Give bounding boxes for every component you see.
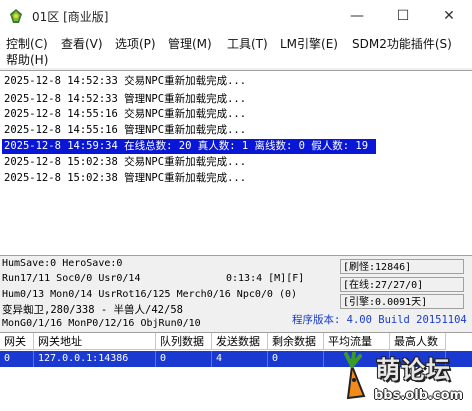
log-line[interactable]: 2025-12-8 14:55:16 交易NPC重新加载完成...	[4, 107, 246, 122]
log-line[interactable]: 2025-12-8 14:52:33 管理NPC重新加载完成...	[4, 92, 246, 107]
app-logo-icon	[10, 9, 22, 23]
table-cell-remaining: 0	[268, 351, 324, 367]
column-header-send-data[interactable]: 发送数据	[212, 333, 268, 350]
menu-manage[interactable]: 管理(M)	[168, 35, 212, 52]
log-line[interactable]: 2025-12-8 15:02:38 管理NPC重新加载完成...	[4, 171, 246, 186]
menu-help[interactable]: 帮助(H)	[6, 51, 48, 68]
minimize-button[interactable]: —	[334, 0, 380, 32]
log-line[interactable]: 2025-12-8 14:52:33 交易NPC重新加载完成...	[4, 74, 246, 89]
carrot-mascot-icon	[344, 352, 366, 400]
table-cell-send: 4	[212, 351, 268, 367]
column-header-max-users[interactable]: 最高人数	[390, 333, 446, 350]
online-count: [在线:27/27/0]	[340, 277, 464, 292]
table-cell-gateway: 0	[0, 351, 34, 367]
menu-tools[interactable]: 工具(T)	[227, 35, 268, 52]
hum-status: Hum0/13 Mon0/14 UsrRot16/125 Merch0/16 N…	[2, 289, 298, 300]
menu-sdm2-plugins[interactable]: SDM2功能插件(S)	[352, 35, 452, 52]
monster-status: 变异蜘卫,280/338 - 半兽人/42/58	[2, 304, 183, 316]
log-line[interactable]: 2025-12-8 15:02:38 交易NPC重新加载完成...	[4, 155, 246, 170]
menu-bar: 控制(C) 查看(V) 选项(P) 管理(M) 工具(T) LM引擎(E) SD…	[0, 32, 472, 68]
menu-options[interactable]: 选项(P)	[115, 35, 156, 52]
watermark-url: bbs.olb.com	[374, 388, 464, 403]
close-icon: ✕	[443, 8, 455, 24]
minimize-icon: —	[350, 8, 364, 24]
column-header-gateway[interactable]: 网关	[0, 333, 34, 350]
maximize-icon: ☐	[396, 8, 410, 24]
title-bar: 01区 [商业版] — ☐ ✕	[0, 0, 472, 32]
mon-status: MonG0/1/16 MonP0/12/16 ObjRun0/10	[2, 318, 201, 329]
run-clock: 0:13:4 [M][F]	[226, 273, 305, 284]
menu-view[interactable]: 查看(V)	[61, 35, 103, 52]
menu-control[interactable]: 控制(C)	[6, 35, 48, 52]
save-status: HumSave:0 HeroSave:0	[2, 258, 123, 269]
log-line[interactable]: 2025-12-8 14:55:16 管理NPC重新加载完成...	[4, 123, 246, 138]
menu-lm-engine[interactable]: LM引擎(E)	[280, 35, 338, 52]
refresh-monster-count: [刷怪:12846]	[340, 259, 464, 274]
column-header-average-traffic[interactable]: 平均流量	[324, 333, 390, 350]
log-line-selected[interactable]: 2025-12-8 14:59:34 在线总数: 20 真人数: 1 离线数: …	[2, 139, 376, 154]
maximize-button[interactable]: ☐	[380, 0, 426, 32]
watermark-title: 萌论坛	[376, 356, 451, 384]
column-header-gateway-address[interactable]: 网关地址	[34, 333, 156, 350]
table-cell-queue: 0	[156, 351, 212, 367]
log-list[interactable]: 2025-12-8 14:52:33 交易NPC重新加载完成... 2025-1…	[0, 70, 472, 256]
window-title: 01区 [商业版]	[32, 10, 109, 24]
table-cell-address: 127.0.0.1:14386	[34, 351, 156, 367]
forum-watermark: 萌论坛 bbs.olb.com	[326, 350, 472, 410]
run-status: Run17/11 Soc0/0 Usr0/14	[2, 273, 141, 284]
engine-uptime: [引擎:0.0091天]	[340, 294, 464, 309]
close-button[interactable]: ✕	[426, 0, 472, 32]
column-header-queue-data[interactable]: 队列数据	[156, 333, 212, 350]
program-version: 程序版本: 4.00 Build 20151104	[292, 314, 467, 326]
column-header-remaining-data[interactable]: 剩余数据	[268, 333, 324, 350]
